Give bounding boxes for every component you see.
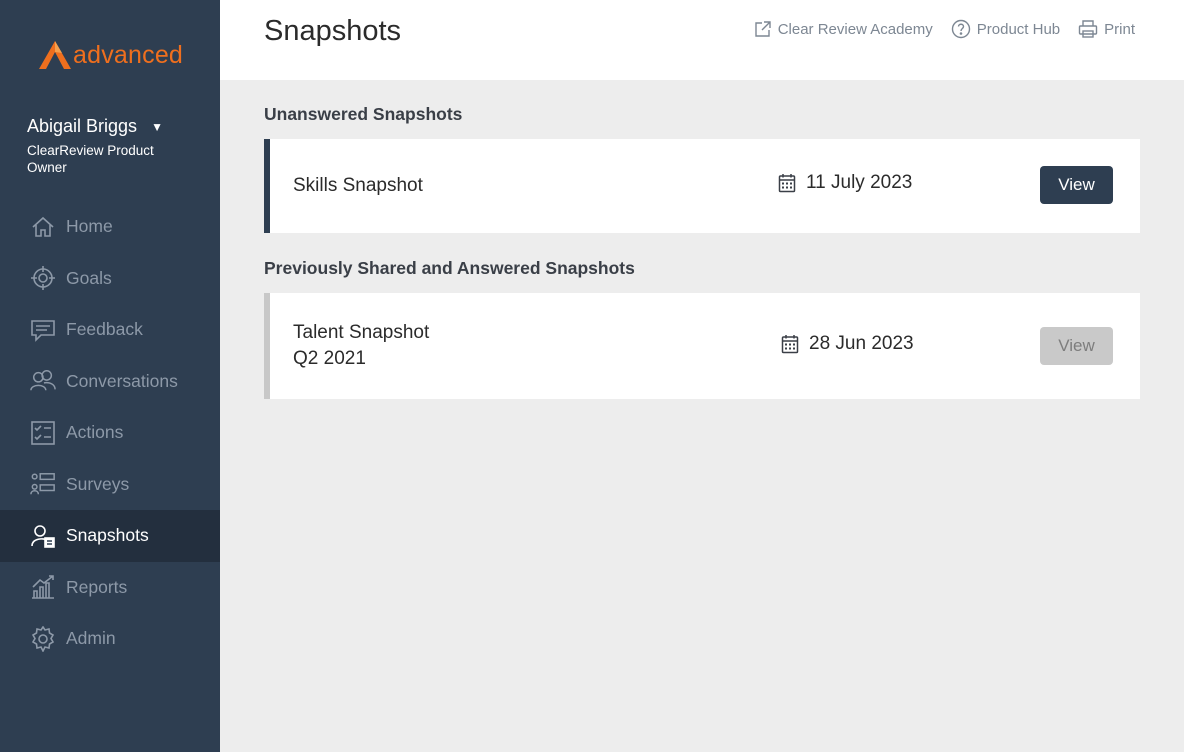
academy-link-label: Clear Review Academy — [777, 20, 933, 38]
caret-down-icon[interactable]: ▼ — [151, 120, 163, 134]
advanced-logo-icon — [39, 41, 71, 69]
sidebar-item-reports[interactable]: Reports — [0, 562, 220, 614]
answered-heading: Previously Shared and Answered Snapshots — [264, 258, 635, 278]
snapshot-icon — [30, 523, 56, 549]
product-hub-link-label: Product Hub — [976, 20, 1061, 38]
sidebar-item-actions[interactable]: Actions — [0, 407, 220, 459]
gear-icon — [30, 625, 56, 652]
top-header: Snapshots Clear Review Academy Product H… — [220, 0, 1184, 80]
conversations-icon — [30, 368, 56, 394]
sidebar-item-label: Home — [66, 216, 113, 237]
checklist-icon — [30, 420, 56, 446]
brand-name: advanced — [73, 40, 184, 69]
sidebar-item-feedback[interactable]: Feedback — [0, 304, 220, 356]
sidebar-item-label: Admin — [66, 628, 116, 649]
sidebar-item-label: Reports — [66, 576, 128, 597]
sidebar-item-admin[interactable]: Admin — [0, 613, 220, 665]
sidebar-item-home[interactable]: Home — [0, 201, 220, 253]
snapshot-card-answered: Talent Snapshot Q2 2021 28 Jun 2023 View — [264, 293, 1140, 399]
sidebar-item-label: Goals — [66, 267, 112, 288]
snapshot-title: Skills Snapshot — [293, 175, 423, 196]
user-name: Abigail Briggs — [27, 116, 138, 136]
snapshot-title-line: Talent Snapshot — [293, 322, 430, 343]
survey-icon — [30, 471, 56, 497]
sidebar-item-label: Feedback — [66, 319, 143, 340]
user-menu[interactable]: Abigail Briggs ▼ ClearReview Product Own… — [27, 116, 207, 176]
print-link-label: Print — [1104, 20, 1135, 38]
sidebar-item-conversations[interactable]: Conversations — [0, 356, 220, 408]
sidebar-item-surveys[interactable]: Surveys — [0, 459, 220, 511]
external-link-icon — [755, 21, 771, 37]
home-icon — [30, 214, 56, 240]
user-role: ClearReview Product Owner — [27, 143, 154, 175]
unanswered-heading: Unanswered Snapshots — [264, 104, 463, 124]
chart-icon — [30, 574, 56, 600]
snapshot-card-unanswered: Skills Snapshot 11 July 2023 View — [264, 139, 1140, 233]
product-hub-link[interactable]: Product Hub — [951, 19, 1060, 39]
brand-logo[interactable]: advanced — [38, 40, 183, 70]
sidebar: advanced Abigail Briggs ▼ ClearReview Pr… — [0, 0, 220, 752]
snapshot-date: 28 Jun 2023 — [781, 333, 914, 355]
sidebar-item-label: Actions — [66, 422, 124, 443]
sidebar-item-snapshots[interactable]: Snapshots — [0, 510, 220, 562]
print-icon — [1078, 20, 1098, 38]
snapshot-date-text: 28 Jun 2023 — [809, 333, 914, 354]
snapshot-date-text: 11 July 2023 — [806, 172, 913, 193]
academy-link[interactable]: Clear Review Academy — [754, 20, 933, 38]
snapshot-title: Talent Snapshot Q2 2021 — [293, 320, 429, 372]
sidebar-item-label: Conversations — [66, 370, 178, 391]
view-button-disabled[interactable]: View — [1040, 327, 1113, 365]
calendar-icon — [781, 335, 799, 354]
sidebar-item-goals[interactable]: Goals — [0, 253, 220, 305]
help-icon — [951, 19, 970, 39]
sidebar-item-label: Snapshots — [66, 525, 149, 546]
header-links: Clear Review Academy Product Hub Print — [736, 19, 1135, 39]
calendar-icon — [778, 174, 796, 193]
feedback-icon — [30, 317, 56, 343]
view-button[interactable]: View — [1040, 166, 1113, 204]
target-icon — [30, 265, 56, 291]
snapshot-subtitle: Q2 2021 — [293, 348, 366, 369]
print-link[interactable]: Print — [1078, 19, 1135, 39]
snapshot-date: 11 July 2023 — [778, 172, 912, 194]
sidebar-item-label: Surveys — [66, 473, 130, 494]
sidebar-nav: Home Goals Feedback Conversations Action… — [0, 201, 220, 665]
page-title: Snapshots — [264, 15, 402, 47]
